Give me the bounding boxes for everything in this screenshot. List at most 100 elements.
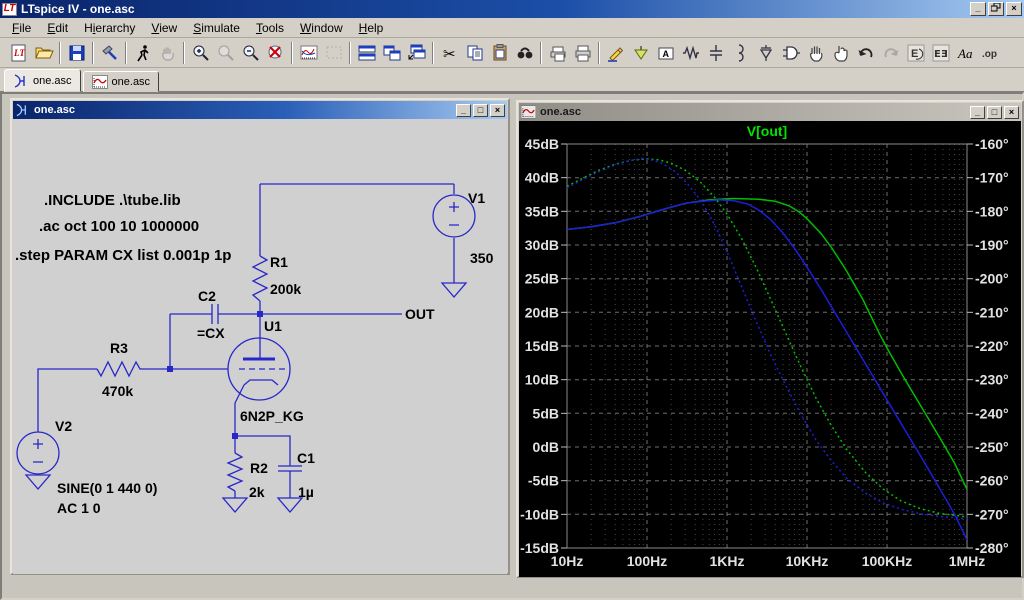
ground-v1[interactable] [442, 283, 466, 297]
plot-title[interactable]: V[out] [747, 123, 787, 139]
zoom-out-button[interactable] [238, 41, 263, 65]
save-button[interactable] [64, 41, 89, 65]
label-c2[interactable]: C2 [198, 288, 216, 304]
inductor-button[interactable] [728, 41, 753, 65]
run-button[interactable] [130, 41, 155, 65]
tab-schematic-one.asc[interactable]: one.asc [4, 69, 81, 92]
ground-c1[interactable] [278, 498, 302, 512]
tile-vertical-button[interactable] [354, 41, 379, 65]
wire-button[interactable] [603, 41, 628, 65]
copy-button[interactable] [462, 41, 487, 65]
menu-window[interactable]: Window [292, 19, 351, 37]
ground-button[interactable] [628, 41, 653, 65]
directive-include[interactable]: .INCLUDE .\tube.lib [44, 192, 181, 209]
trace-vout-magnitude-step2-blue-solid[interactable] [567, 200, 967, 540]
zoom-in-button[interactable] [188, 41, 213, 65]
waveform-maximize-button[interactable]: □ [987, 106, 1002, 119]
restore-button[interactable] [988, 2, 1004, 16]
drag-button[interactable] [828, 41, 853, 65]
resistor-button[interactable] [678, 41, 703, 65]
capacitor-button[interactable] [703, 41, 728, 65]
value-c2[interactable]: =CX [197, 325, 225, 341]
value-v1[interactable]: 350 [470, 250, 494, 266]
component-button[interactable] [778, 41, 803, 65]
capacitor-c1[interactable] [278, 466, 302, 471]
spice-directive-button[interactable] [978, 41, 1003, 65]
directive-ac[interactable]: .ac oct 100 10 1000000 [39, 218, 199, 235]
schematic-maximize-button[interactable]: □ [473, 104, 488, 117]
resistor-r3[interactable] [97, 362, 144, 376]
new-schematic-button[interactable] [6, 41, 31, 65]
waveform-minimize-button[interactable]: _ [970, 106, 985, 119]
value-r1[interactable]: 200k [270, 281, 301, 297]
paste-button[interactable] [487, 41, 512, 65]
print-preview-button[interactable] [545, 41, 570, 65]
print-button[interactable] [570, 41, 595, 65]
label-c1[interactable]: C1 [297, 450, 315, 466]
waveform-titlebar[interactable]: one.asc _ □ × [519, 103, 1021, 121]
label-button[interactable] [653, 41, 678, 65]
menu-view[interactable]: View [143, 19, 185, 37]
label-v1[interactable]: V1 [468, 190, 485, 206]
schematic-close-button[interactable]: × [490, 104, 505, 117]
find-button[interactable] [512, 41, 537, 65]
value-c1[interactable]: 1µ [298, 484, 314, 500]
menu-file[interactable]: File [4, 19, 39, 37]
mirror-button[interactable] [928, 41, 953, 65]
label-u1[interactable]: U1 [264, 318, 282, 334]
menu-tools[interactable]: Tools [248, 19, 292, 37]
ground-v2[interactable] [26, 475, 50, 489]
menu-edit[interactable]: Edit [39, 19, 76, 37]
value-v2-sine[interactable]: SINE(0 1 440 0) [57, 480, 157, 496]
waveform-plot[interactable]: 45dB40dB35dB30dB25dB20dB15dB10dB5dB0dB-5… [519, 121, 1021, 577]
directive-step[interactable]: .step PARAM CX list 0.001p 1p [15, 247, 231, 264]
text-button[interactable] [953, 41, 978, 65]
autorange-button[interactable] [296, 41, 321, 65]
resistor-r1[interactable] [253, 256, 267, 301]
value-r3[interactable]: 470k [102, 383, 133, 399]
schematic-canvas[interactable]: .INCLUDE .\tube.lib .ac oct 100 10 10000… [13, 119, 507, 574]
tile-horizontal-button[interactable] [379, 41, 404, 65]
label-v2[interactable]: V2 [55, 418, 72, 434]
cascade-button[interactable] [404, 41, 429, 65]
capacitor-c2[interactable] [212, 304, 218, 324]
value-v2-ac[interactable]: AC 1 0 [57, 500, 101, 516]
waveform-window: one.asc _ □ × 45dB40dB35dB30dB25dB20dB15… [516, 100, 1024, 578]
value-r2[interactable]: 2k [249, 484, 265, 500]
y-right-label: -250° [975, 439, 1009, 455]
trace-vout-magnitude-step1-green-solid[interactable] [567, 199, 967, 490]
trace-vout-phase-step1-green-dashed[interactable] [567, 159, 967, 517]
triode-u1[interactable] [228, 338, 290, 400]
ground-r2[interactable] [223, 498, 247, 512]
y-right-label: -270° [975, 506, 1009, 522]
diode-button[interactable] [753, 41, 778, 65]
label-r1[interactable]: R1 [270, 254, 288, 270]
x-axis-label: 100Hz [627, 553, 667, 569]
close-button[interactable]: × [1006, 2, 1022, 16]
open-button[interactable] [31, 41, 56, 65]
schematic-minimize-button[interactable]: _ [456, 104, 471, 117]
undo-button[interactable] [853, 41, 878, 65]
control-panel-button[interactable] [97, 41, 122, 65]
move-button[interactable] [803, 41, 828, 65]
y-right-label: -200° [975, 271, 1009, 287]
menu-hierarchy[interactable]: Hierarchy [76, 19, 143, 37]
text-icon [956, 43, 976, 63]
model-u1[interactable]: 6N2P_KG [240, 408, 304, 424]
tab-waveform-one.asc[interactable]: one.asc [83, 71, 160, 92]
junction-grid-node [167, 366, 173, 372]
label-r2[interactable]: R2 [250, 460, 268, 476]
cut-button[interactable] [437, 41, 462, 65]
zoom-extents-button[interactable] [263, 41, 288, 65]
voltage-source-v2[interactable] [17, 432, 59, 474]
menu-help[interactable]: Help [351, 19, 392, 37]
menu-simulate[interactable]: Simulate [185, 19, 248, 37]
schematic-titlebar[interactable]: one.asc _ □ × [13, 101, 507, 119]
minimize-button[interactable]: _ [970, 2, 986, 16]
resistor-r2[interactable] [228, 453, 242, 491]
trace-vout-phase-step2-blue-dashed[interactable] [567, 159, 967, 520]
label-r3[interactable]: R3 [110, 340, 128, 356]
net-label-out[interactable]: OUT [405, 306, 435, 322]
waveform-close-button[interactable]: × [1004, 106, 1019, 119]
rotate-button[interactable] [903, 41, 928, 65]
